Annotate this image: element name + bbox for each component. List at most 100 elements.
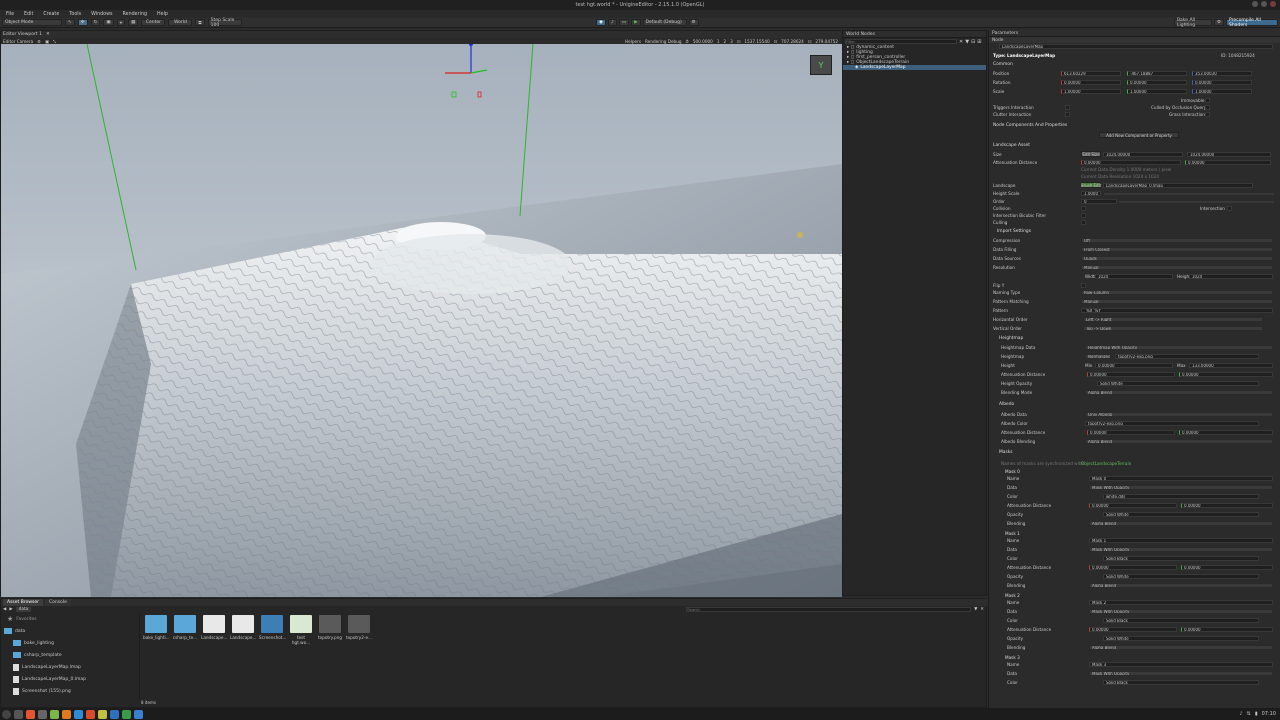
param-field[interactable]: 1024 — [1189, 274, 1273, 279]
param-field[interactable]: Solid White — [1103, 512, 1259, 517]
play-icon[interactable]: ▶ — [631, 19, 641, 26]
param-field[interactable]: Mask 3 — [1089, 662, 1273, 667]
view-cube-icon[interactable]: Y — [810, 55, 832, 75]
clock[interactable]: 07:10 — [1262, 711, 1276, 717]
taskbar-app-icon[interactable] — [62, 709, 71, 719]
param-select[interactable]: Normalized — [1085, 354, 1111, 359]
coord-2[interactable]: 2 — [723, 39, 726, 44]
taskbar-terminal-icon[interactable] — [38, 709, 47, 719]
flip-checkbox[interactable] — [1081, 283, 1086, 288]
mask-title[interactable]: Mask 3 — [1005, 655, 1020, 660]
param-select[interactable]: Mask With Opacity — [1089, 671, 1273, 676]
param-field[interactable]: LandscapeLayerMap_0.lmap — [1103, 183, 1253, 188]
asset-search-input[interactable] — [686, 606, 972, 612]
param-select[interactable]: Off — [1081, 238, 1273, 243]
step-icon[interactable]: ⧉ — [195, 19, 205, 26]
close-icon[interactable] — [1270, 1, 1276, 7]
play-config-select[interactable]: Default (Debug) — [642, 19, 687, 26]
param-select[interactable]: Manual — [1081, 265, 1273, 270]
param-field[interactable]: topotry2-exp.png — [1115, 354, 1259, 359]
param-select[interactable]: From Closest — [1081, 247, 1273, 252]
asset-item[interactable]: test hgt.wo... — [288, 615, 314, 645]
pivot-select[interactable]: Center — [141, 19, 166, 26]
camera-y[interactable]: 707.28624 — [781, 39, 804, 44]
collapse-icon[interactable]: ⊟ — [971, 39, 975, 45]
param-field[interactable]: 1024 — [1095, 274, 1173, 279]
param-select[interactable]: Alpha Blend — [1085, 390, 1273, 395]
param-select[interactable]: Alpha Blend — [1085, 439, 1273, 444]
param-field[interactable]: 1.00000 — [1061, 89, 1121, 94]
audio-icon[interactable]: ♪ — [607, 19, 617, 26]
start-menu-icon[interactable] — [2, 709, 11, 719]
param-field[interactable]: 1.00000 — [1127, 89, 1187, 94]
param-field[interactable]: Solid Black — [1103, 618, 1259, 623]
section-landscape-asset[interactable]: Landscape Asset — [993, 143, 1030, 148]
mask-title[interactable]: Mask 1 — [1005, 531, 1020, 536]
param-field[interactable]: Mask 1 — [1089, 538, 1273, 543]
section-components[interactable]: Node Components And Properties — [993, 123, 1067, 128]
forward-icon[interactable]: ▶ — [9, 607, 12, 612]
param-select[interactable]: Heightmap With Opacity — [1085, 345, 1273, 350]
expand-icon[interactable]: ⊞ — [977, 39, 981, 45]
tree-lmap[interactable]: LandscapeLayerMap.lmap — [1, 661, 138, 673]
back-icon[interactable]: ◀ — [3, 607, 6, 612]
move-tool-icon[interactable]: ✥ — [77, 19, 88, 26]
mode-select[interactable]: Object Mode — [2, 19, 62, 26]
asset-item[interactable]: topotry2-e... — [346, 615, 372, 645]
viewport-tab[interactable]: Editor Viewport 1 — [3, 32, 42, 37]
bake-all-lighting-button[interactable]: Bake All Lighting — [1173, 18, 1212, 28]
param-field[interactable]: 0.00000 — [1127, 80, 1187, 85]
rendering-debug-menu[interactable]: Rendering Debug — [645, 39, 682, 44]
grass-checkbox[interactable] — [1205, 112, 1210, 117]
asset-item[interactable]: bake_lighti... — [143, 615, 170, 645]
breadcrumb-data[interactable]: data — [15, 606, 32, 612]
section-import-settings[interactable]: Import Settings — [997, 229, 1031, 234]
asset-filter-icon[interactable]: ▼ — [974, 607, 977, 612]
param-field[interactable]: 0.00000 — [1179, 430, 1273, 435]
param-field[interactable]: 0.00000 — [1089, 565, 1177, 570]
viewport-nav-icon[interactable]: ⤡ — [53, 39, 56, 44]
bicubic-checkbox[interactable] — [1081, 213, 1086, 218]
menu-tools[interactable]: Tools — [69, 12, 81, 17]
taskbar-paint-icon[interactable] — [98, 709, 107, 719]
grid-icon[interactable]: ▦ — [128, 19, 139, 26]
scale-tool-icon[interactable]: ▣ — [103, 19, 114, 26]
taskbar-editor-icon[interactable] — [134, 709, 143, 719]
rotate-tool-icon[interactable]: ↻ — [90, 19, 101, 26]
volume-icon[interactable]: ♪ — [1239, 711, 1242, 717]
collision-checkbox[interactable] — [1081, 206, 1086, 211]
menu-edit[interactable]: Edit — [24, 12, 33, 17]
gear-icon[interactable]: ⚙ — [688, 19, 699, 26]
order-slider[interactable] — [1119, 201, 1274, 203]
taskbar-sheet-icon[interactable] — [122, 709, 131, 719]
param-field[interactable]: white.dds — [1103, 494, 1259, 499]
taskbar-steam-icon[interactable] — [74, 709, 83, 719]
asset-item[interactable]: Landscape... — [230, 615, 257, 645]
tab-asset-browser[interactable]: Asset Browser — [3, 599, 43, 606]
param-field[interactable]: 0 — [1081, 199, 1117, 204]
filter-icon[interactable]: ▼ — [965, 39, 969, 45]
taskbar-tool-icon[interactable] — [86, 709, 95, 719]
clutter-checkbox[interactable] — [1065, 112, 1070, 117]
tree-csharp-template[interactable]: csharp_template — [1, 649, 138, 661]
camera-x[interactable]: 1537.15540 — [744, 39, 769, 44]
camera-z[interactable]: 279.04752 — [815, 39, 838, 44]
param-select[interactable]: Manual — [1081, 299, 1273, 304]
param-field[interactable]: 1.00000 — [1192, 89, 1252, 94]
param-field[interactable]: 0.00000 — [1087, 372, 1175, 377]
param-field[interactable]: 353.00030 — [1192, 71, 1252, 76]
param-field[interactable]: 133.00000 — [1189, 363, 1273, 368]
tree-data[interactable]: data — [1, 625, 138, 637]
param-field[interactable]: 1024.00000 — [1187, 152, 1271, 157]
param-field[interactable]: _%X_%Y — [1081, 308, 1273, 313]
menu-file[interactable]: File — [6, 12, 14, 17]
param-select[interactable]: Alpha Blend — [1089, 521, 1273, 526]
param-select[interactable]: Mask With Opacity — [1089, 609, 1273, 614]
menu-create[interactable]: Create — [43, 12, 59, 17]
helpers-menu[interactable]: Helpers — [625, 39, 641, 44]
taskbar-vscode-icon[interactable] — [110, 709, 119, 719]
param-select[interactable]: Mask With Opacity — [1089, 547, 1273, 552]
camera-icon[interactable]: ◉ — [596, 19, 606, 26]
param-select[interactable]: Top -> Down — [1083, 326, 1263, 331]
param-field[interactable]: 0.00000 — [1095, 363, 1173, 368]
